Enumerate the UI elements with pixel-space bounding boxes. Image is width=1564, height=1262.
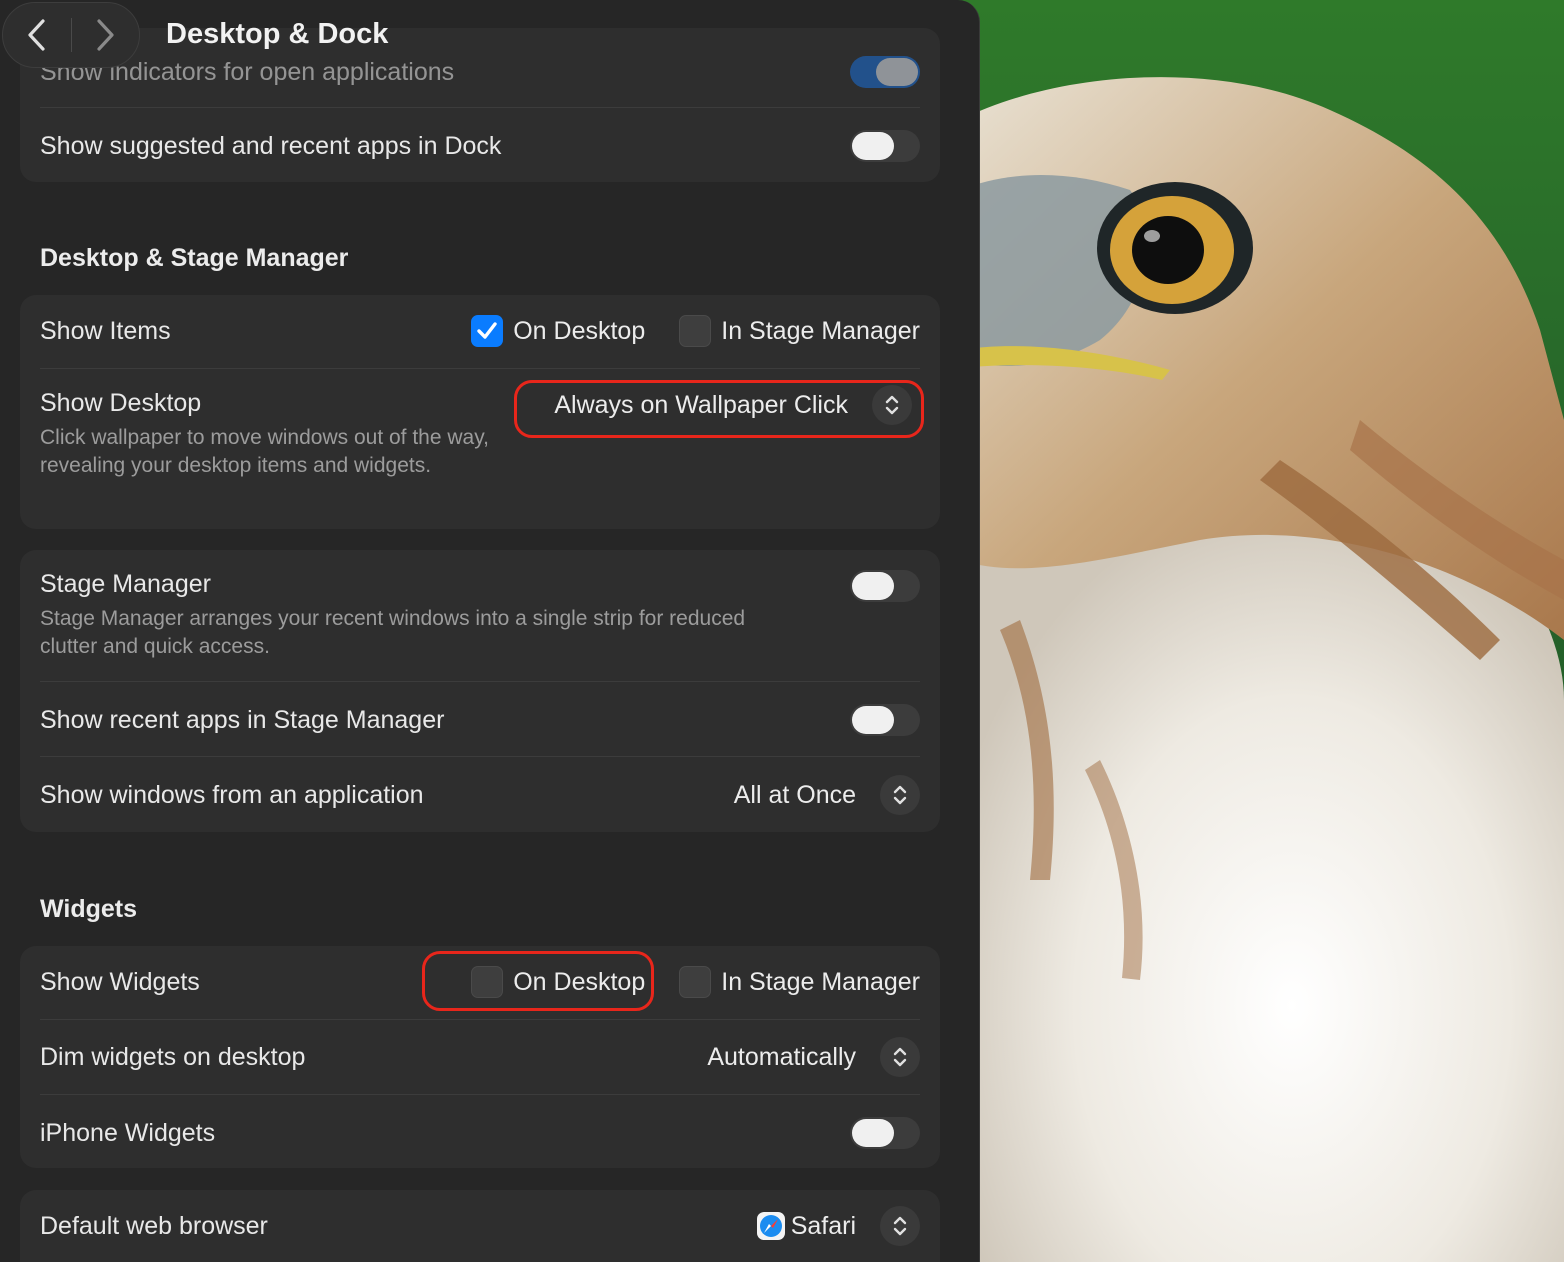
dim-widgets-value: Automatically — [707, 1042, 856, 1071]
recent-apps-toggle[interactable] — [850, 704, 920, 736]
show-indicators-toggle[interactable] — [850, 56, 920, 88]
iphone-widgets-row[interactable]: iPhone Widgets — [40, 1113, 920, 1153]
suggested-apps-label: Show suggested and recent apps in Dock — [40, 131, 502, 160]
back-button[interactable] — [3, 2, 71, 68]
divider — [40, 1094, 920, 1095]
dim-widgets-row: Dim widgets on desktop Automatically — [40, 1037, 920, 1077]
settings-panel: Show indicators for open applications Sh… — [0, 0, 980, 1262]
show-items-row: Show Items On Desktop In Stage Manager — [40, 311, 920, 351]
hawk-image — [960, 77, 1564, 1262]
show-items-in-stage-label: In Stage Manager — [721, 316, 920, 345]
browser-card: Default web browser Safari — [20, 1190, 940, 1262]
show-windows-row: Show windows from an application All at … — [40, 775, 920, 815]
iphone-widgets-label: iPhone Widgets — [40, 1118, 216, 1147]
stage-manager-toggle[interactable] — [850, 570, 920, 602]
up-down-chevron-icon[interactable] — [880, 1206, 920, 1246]
recent-apps-row[interactable]: Show recent apps in Stage Manager — [40, 700, 920, 740]
recent-apps-label: Show recent apps in Stage Manager — [40, 705, 445, 734]
divider — [40, 756, 920, 757]
suggested-apps-row[interactable]: Show suggested and recent apps in Dock — [40, 126, 920, 166]
show-windows-popup[interactable]: All at Once — [734, 775, 920, 815]
show-widgets-in-stage-label: In Stage Manager — [721, 967, 920, 996]
divider — [40, 681, 920, 682]
show-items-on-desktop-checkbox[interactable] — [471, 315, 504, 347]
stage-manager-label: Stage Manager — [40, 570, 211, 598]
stage-manager-card: Stage Manager Stage Manager arranges you… — [20, 550, 940, 832]
dim-widgets-popup[interactable]: Automatically — [707, 1037, 920, 1077]
stage-manager-description: Stage Manager arranges your recent windo… — [40, 607, 746, 658]
default-browser-row: Default web browser Safari — [40, 1206, 920, 1246]
highlight-widgets-on-desktop — [422, 951, 654, 1011]
section-title-desktop-stage: Desktop & Stage Manager — [40, 244, 349, 272]
show-items-on-desktop-label: On Desktop — [513, 316, 646, 345]
divider — [40, 1019, 920, 1020]
chevron-right-icon — [97, 19, 114, 51]
show-items-label: Show Items — [40, 316, 171, 345]
safari-compass-icon — [756, 1212, 785, 1240]
show-widgets-label: Show Widgets — [40, 967, 200, 996]
default-browser-popup[interactable]: Safari — [756, 1206, 920, 1246]
dock-card: Show indicators for open applications Sh… — [20, 28, 940, 182]
show-desktop-description: Click wallpaper to move windows out of t… — [40, 426, 489, 477]
show-windows-value: All at Once — [733, 780, 856, 809]
dim-widgets-label: Dim widgets on desktop — [40, 1042, 306, 1071]
show-windows-label: Show windows from an application — [40, 780, 424, 809]
forward-button[interactable] — [72, 2, 140, 68]
show-items-on-desktop[interactable]: On Desktop — [471, 315, 645, 347]
divider — [40, 368, 920, 369]
stage-manager-text: Stage Manager Stage Manager arranges you… — [40, 570, 800, 661]
navigation-buttons — [2, 2, 140, 68]
window-title: Desktop & Dock — [166, 18, 389, 50]
show-items-in-stage-checkbox[interactable] — [679, 315, 712, 347]
highlight-show-desktop-popup — [514, 380, 924, 438]
show-items-in-stage[interactable]: In Stage Manager — [679, 315, 920, 347]
divider — [40, 107, 920, 108]
iphone-widgets-toggle[interactable] — [850, 1117, 920, 1149]
checkmark-icon — [477, 322, 497, 339]
show-desktop-text: Show Desktop Click wallpaper to move win… — [40, 389, 500, 480]
show-indicators-row[interactable]: Show indicators for open applications — [40, 52, 920, 92]
show-desktop-label: Show Desktop — [40, 389, 202, 417]
section-title-widgets: Widgets — [40, 895, 137, 923]
up-down-chevron-icon[interactable] — [880, 1037, 920, 1077]
default-browser-value: Safari — [790, 1211, 856, 1240]
show-widgets-in-stage[interactable]: In Stage Manager — [679, 966, 920, 998]
show-widgets-in-stage-checkbox[interactable] — [679, 966, 712, 998]
up-down-chevron-icon[interactable] — [880, 775, 920, 815]
default-browser-label: Default web browser — [40, 1211, 268, 1240]
chevron-left-icon — [28, 19, 45, 51]
suggested-apps-toggle[interactable] — [850, 130, 920, 162]
